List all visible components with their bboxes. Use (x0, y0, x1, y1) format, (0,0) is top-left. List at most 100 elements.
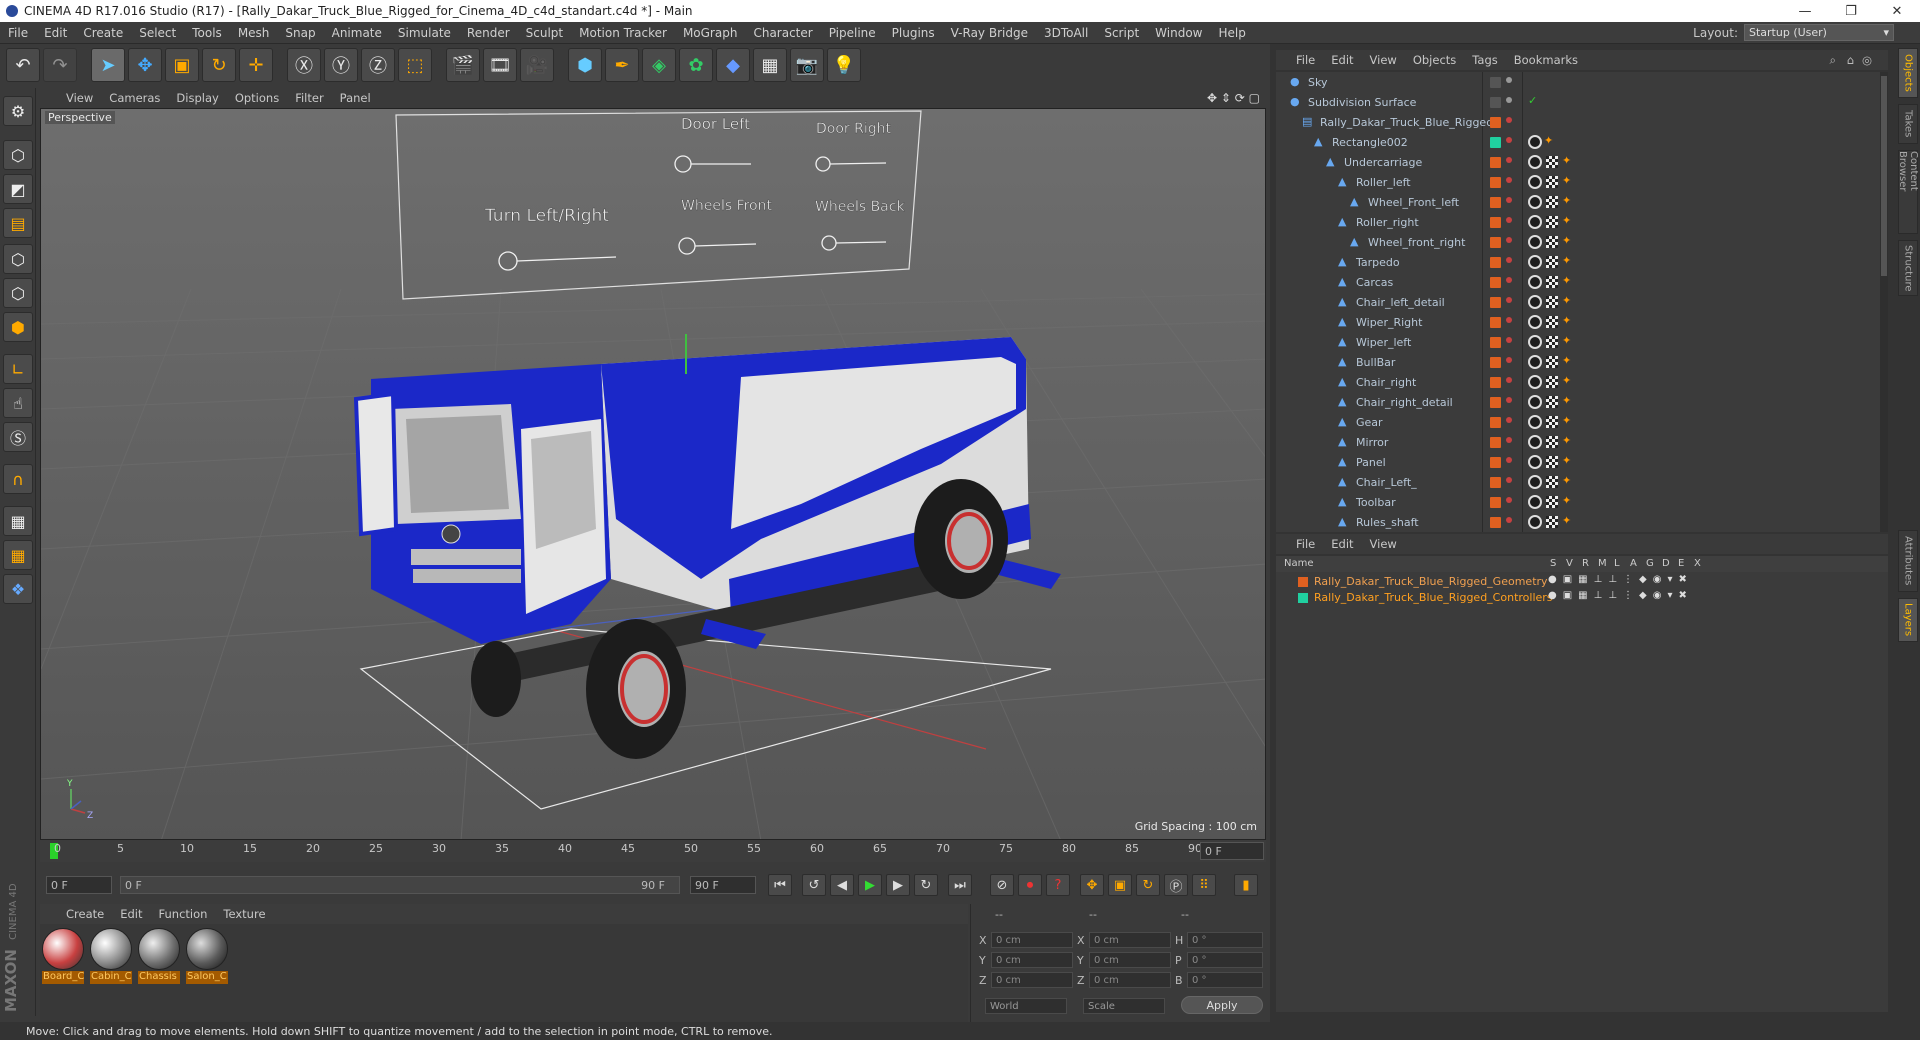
xpresso-tag-icon[interactable]: ✦ (1562, 254, 1571, 267)
rotate-tool-button[interactable]: ↻ (202, 48, 236, 82)
object-row[interactable]: ▲ BullBar ✦ (1276, 352, 1888, 372)
key-position-button[interactable]: ✥ (1080, 874, 1104, 896)
xpresso-tag-icon[interactable]: ✦ (1562, 334, 1571, 347)
texture-tag-icon[interactable] (1528, 415, 1542, 429)
menu-plugins[interactable]: Plugins (884, 26, 943, 40)
menu-character[interactable]: Character (745, 26, 820, 40)
tab-layers[interactable]: Layers (1898, 598, 1918, 642)
layer-toggle-icons[interactable]: ●▣▦⊥⊥⋮◆◉▾✖ (1548, 574, 1693, 585)
object-row[interactable]: ▲ Undercarriage ✦ (1276, 152, 1888, 172)
minimize-button[interactable]: — (1782, 0, 1828, 22)
viewport-menu-options[interactable]: Options (235, 91, 279, 105)
visibility-dot[interactable] (1506, 337, 1512, 343)
texture-tag-icon[interactable] (1528, 275, 1542, 289)
object-row[interactable]: ▲ Rectangle002 ✦ (1276, 132, 1888, 152)
visibility-dot[interactable] (1506, 217, 1512, 223)
object-row[interactable]: ▲ Panel ✦ (1276, 452, 1888, 472)
layer-color-swatch[interactable] (1490, 357, 1501, 368)
object-row[interactable]: ▲ Wiper_left ✦ (1276, 332, 1888, 352)
texture-mode-button[interactable]: ◩ (3, 174, 33, 204)
viewport-menu-display[interactable]: Display (176, 91, 218, 105)
layer-color-swatch[interactable] (1490, 317, 1501, 328)
checker-tag-icon[interactable] (1546, 316, 1558, 328)
visibility-dot[interactable] (1506, 417, 1512, 423)
transform-tool-button[interactable]: ✛ (239, 48, 273, 82)
tab-content-browser[interactable]: Content Browser (1897, 150, 1919, 234)
layer-menu-file[interactable]: File (1296, 537, 1315, 551)
xpresso-tag-icon[interactable]: ✦ (1562, 194, 1571, 207)
texture-tag-icon[interactable] (1528, 215, 1542, 229)
object-row[interactable]: ▲ Chair_right_detail ✦ (1276, 392, 1888, 412)
previous-frame-button[interactable]: ◀ (830, 874, 854, 896)
texture-tag-icon[interactable] (1528, 355, 1542, 369)
layer-color-swatch[interactable] (1490, 177, 1501, 188)
menu-script[interactable]: Script (1096, 26, 1147, 40)
polygons-mode-button[interactable]: ⬢ (3, 312, 33, 342)
timeline-end-field[interactable]: 0 F (1200, 842, 1264, 860)
3d-viewport[interactable]: Door Left Door Right Turn Left/Right Whe… (40, 108, 1266, 840)
layer-color-swatch[interactable] (1490, 517, 1501, 528)
menu-edit[interactable]: Edit (36, 26, 75, 40)
layer-color-swatch[interactable] (1490, 397, 1501, 408)
menu-sculpt[interactable]: Sculpt (518, 26, 571, 40)
checker-tag-icon[interactable] (1546, 236, 1558, 248)
visibility-dot[interactable] (1506, 477, 1512, 483)
pos-y-field[interactable]: 0 cm (991, 952, 1073, 968)
material-board[interactable]: Board_C (42, 928, 84, 984)
object-row[interactable]: ▲ Mirror ✦ (1276, 432, 1888, 452)
tab-takes[interactable]: Takes (1898, 104, 1918, 144)
grid-plane-button[interactable]: ▦ (3, 540, 33, 570)
previous-key-button[interactable]: ↺ (802, 874, 826, 896)
menu-simulate[interactable]: Simulate (390, 26, 459, 40)
checker-tag-icon[interactable] (1546, 396, 1558, 408)
checker-tag-icon[interactable] (1546, 296, 1558, 308)
object-menu-edit[interactable]: Edit (1331, 53, 1353, 67)
visibility-dot[interactable] (1506, 237, 1512, 243)
menu-vray-bridge[interactable]: V-Ray Bridge (943, 26, 1036, 40)
layer-color-swatch[interactable] (1490, 337, 1501, 348)
rot-p-field[interactable]: 0 ° (1187, 952, 1263, 968)
render-picture-viewer-button[interactable]: 🎞 (483, 48, 517, 82)
object-menu-tags[interactable]: Tags (1472, 53, 1497, 67)
current-frame-field[interactable]: 0 F (46, 876, 112, 894)
checker-tag-icon[interactable] (1546, 356, 1558, 368)
xpresso-tag-icon[interactable]: ✦ (1562, 294, 1571, 307)
menu-motion-tracker[interactable]: Motion Tracker (571, 26, 675, 40)
checker-tag-icon[interactable] (1546, 336, 1558, 348)
key-parameter-button[interactable]: Ⓟ (1164, 874, 1188, 896)
xpresso-tag-icon[interactable]: ✦ (1562, 174, 1571, 187)
y-axis-button[interactable]: Ⓨ (324, 48, 358, 82)
layer-color-swatch[interactable] (1490, 297, 1501, 308)
material-chassis[interactable]: Chassis (138, 928, 180, 984)
menu-3dtoall[interactable]: 3DToAll (1036, 26, 1096, 40)
subdivision-button[interactable]: ◈ (642, 48, 676, 82)
layer-menu-view[interactable]: View (1370, 537, 1397, 551)
layer-color-swatch[interactable] (1490, 197, 1501, 208)
texture-tag-icon[interactable] (1528, 515, 1542, 529)
visibility-dot[interactable] (1506, 397, 1512, 403)
layer-color-swatch[interactable] (1490, 217, 1501, 228)
xpresso-tag-icon[interactable]: ✦ (1562, 354, 1571, 367)
key-scale-button[interactable]: ▣ (1108, 874, 1132, 896)
checker-tag-icon[interactable] (1546, 216, 1558, 228)
visibility-dot[interactable] (1506, 77, 1512, 83)
home-icon[interactable]: ⌂ (1847, 53, 1854, 67)
layer-row-controllers[interactable]: Rally_Dakar_Truck_Blue_Rigged_Controller… (1276, 590, 1888, 606)
texture-tag-icon[interactable] (1528, 375, 1542, 389)
material-salon[interactable]: Salon_C (186, 928, 228, 984)
cube-button[interactable]: ⬢ (568, 48, 602, 82)
layer-color-swatch[interactable] (1490, 417, 1501, 428)
layer-color-swatch[interactable] (1490, 117, 1501, 128)
texture-tag-icon[interactable] (1528, 155, 1542, 169)
live-selection-button[interactable]: ➤ (91, 48, 125, 82)
xpresso-tag-icon[interactable]: ✦ (1562, 154, 1571, 167)
object-menu-objects[interactable]: Objects (1413, 53, 1456, 67)
checker-tag-icon[interactable] (1546, 516, 1558, 528)
move-tool-button[interactable]: ✥ (128, 48, 162, 82)
object-row[interactable]: ▲ Wheel_Front_left ✦ (1276, 192, 1888, 212)
visibility-dot[interactable] (1506, 197, 1512, 203)
menu-mesh[interactable]: Mesh (230, 26, 278, 40)
camera-label[interactable]: Perspective (45, 111, 115, 124)
render-view-button[interactable]: 🎬 (446, 48, 480, 82)
visibility-dot[interactable] (1506, 317, 1512, 323)
